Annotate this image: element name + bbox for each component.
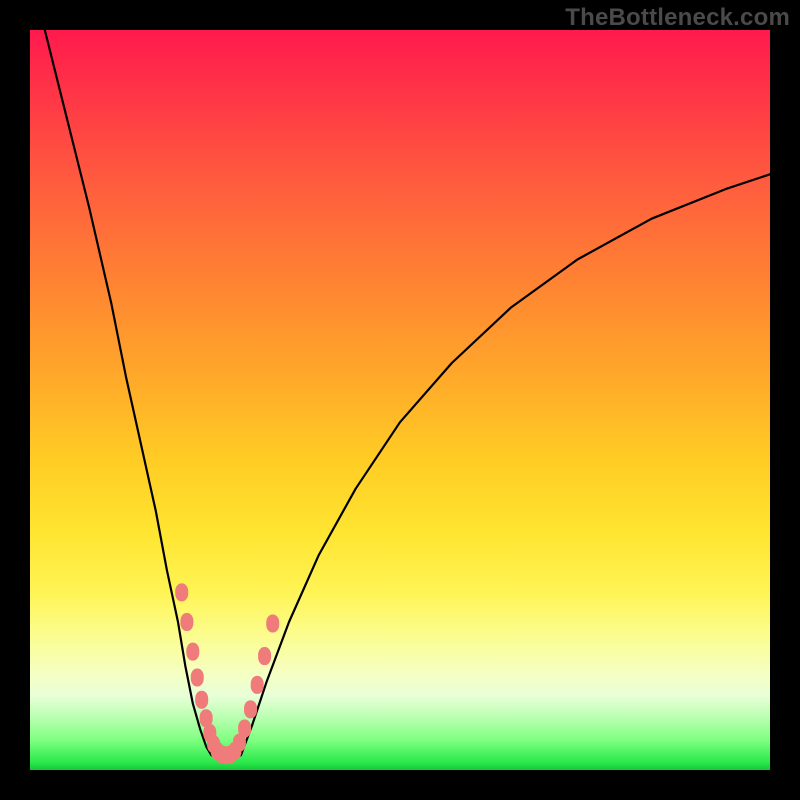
bead-dot <box>244 700 257 718</box>
watermark-text: TheBottleneck.com <box>565 4 790 32</box>
bead-dot <box>258 647 271 665</box>
bead-cluster <box>175 583 279 764</box>
bead-dot <box>175 583 188 601</box>
bead-dot <box>191 669 204 687</box>
chart-frame: TheBottleneck.com <box>0 0 800 800</box>
bead-dot <box>266 614 279 632</box>
plot-area <box>30 30 770 770</box>
bead-dot <box>195 691 208 709</box>
bead-dot <box>238 720 251 738</box>
bead-dot <box>251 676 264 694</box>
bottleneck-curve <box>45 30 770 759</box>
bead-dot <box>180 613 193 631</box>
curve-layer <box>30 30 770 770</box>
bead-dot <box>186 643 199 661</box>
